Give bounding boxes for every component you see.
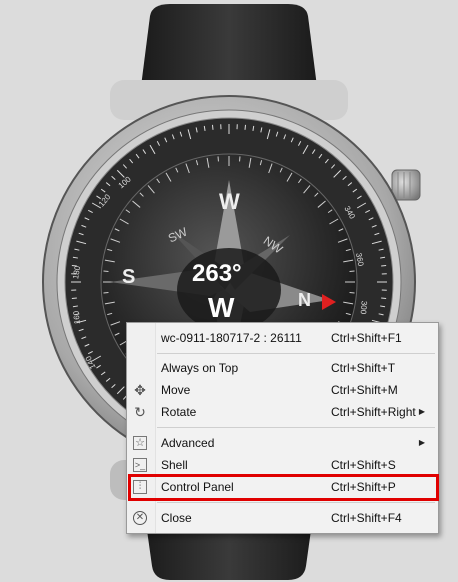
menu-item-rotate[interactable]: ↻ Rotate Ctrl+Shift+Right ▶ (127, 401, 438, 423)
menu-item-shell[interactable]: >_ Shell Ctrl+Shift+S (127, 454, 438, 476)
cardinal-label: N (298, 290, 311, 310)
submenu-arrow-icon: ▶ (418, 407, 425, 416)
menu-item-shortcut: Ctrl+Shift+S (331, 458, 396, 472)
close-icon: ✕ (133, 511, 147, 525)
menu-item-shortcut: Ctrl+Shift+T (331, 361, 396, 375)
menu-item-label: Shell (161, 458, 188, 472)
menu-item-move[interactable]: ✥ Move Ctrl+Shift+M (127, 379, 438, 401)
menu-separator (157, 427, 435, 428)
cardinal-label: W (219, 189, 240, 214)
menu-separator (157, 353, 435, 354)
menu-item-advanced[interactable]: ☆ Advanced ▶ (127, 432, 438, 454)
cardinal-label: S (122, 266, 136, 288)
rotate-icon: ↻ (134, 404, 146, 420)
menu-item-shortcut: Ctrl+Shift+F4 (331, 511, 402, 525)
menu-item-shortcut: Ctrl+Shift+M (331, 383, 398, 397)
control-panel-highlight (128, 474, 439, 501)
shell-icon: >_ (133, 458, 147, 472)
menu-item-label: wc-0911-180717-2 : 26111 (161, 331, 302, 345)
move-icon: ✥ (134, 382, 146, 398)
heading-readout: 263° (192, 260, 242, 287)
menu-item-label: Always on Top (161, 361, 239, 375)
star-icon: ☆ (133, 436, 147, 450)
submenu-arrow-icon: ▶ (418, 438, 425, 447)
ring-number: 160 (71, 310, 82, 325)
menu-item-shortcut: Ctrl+Shift+Right (331, 405, 416, 419)
direction-letter: W (208, 292, 235, 323)
menu-item-close[interactable]: ✕ Close Ctrl+Shift+F4 (127, 507, 438, 529)
menu-separator (157, 502, 435, 503)
ring-number: 300 (358, 300, 369, 315)
menu-item-label: Close (161, 511, 192, 525)
menu-item-label: Advanced (161, 436, 215, 450)
menu-item-shortcut: Ctrl+Shift+F1 (331, 331, 402, 345)
menu-item-title[interactable]: wc-0911-180717-2 : 26111 Ctrl+Shift+F1 (127, 327, 438, 349)
menu-item-always-on-top[interactable]: Always on Top Ctrl+Shift+T (127, 357, 438, 379)
menu-icon-gutter (127, 323, 156, 533)
menu-item-label: Rotate (161, 405, 197, 419)
menu-item-label: Move (161, 383, 191, 397)
context-menu: wc-0911-180717-2 : 26111 Ctrl+Shift+F1 A… (126, 322, 439, 534)
